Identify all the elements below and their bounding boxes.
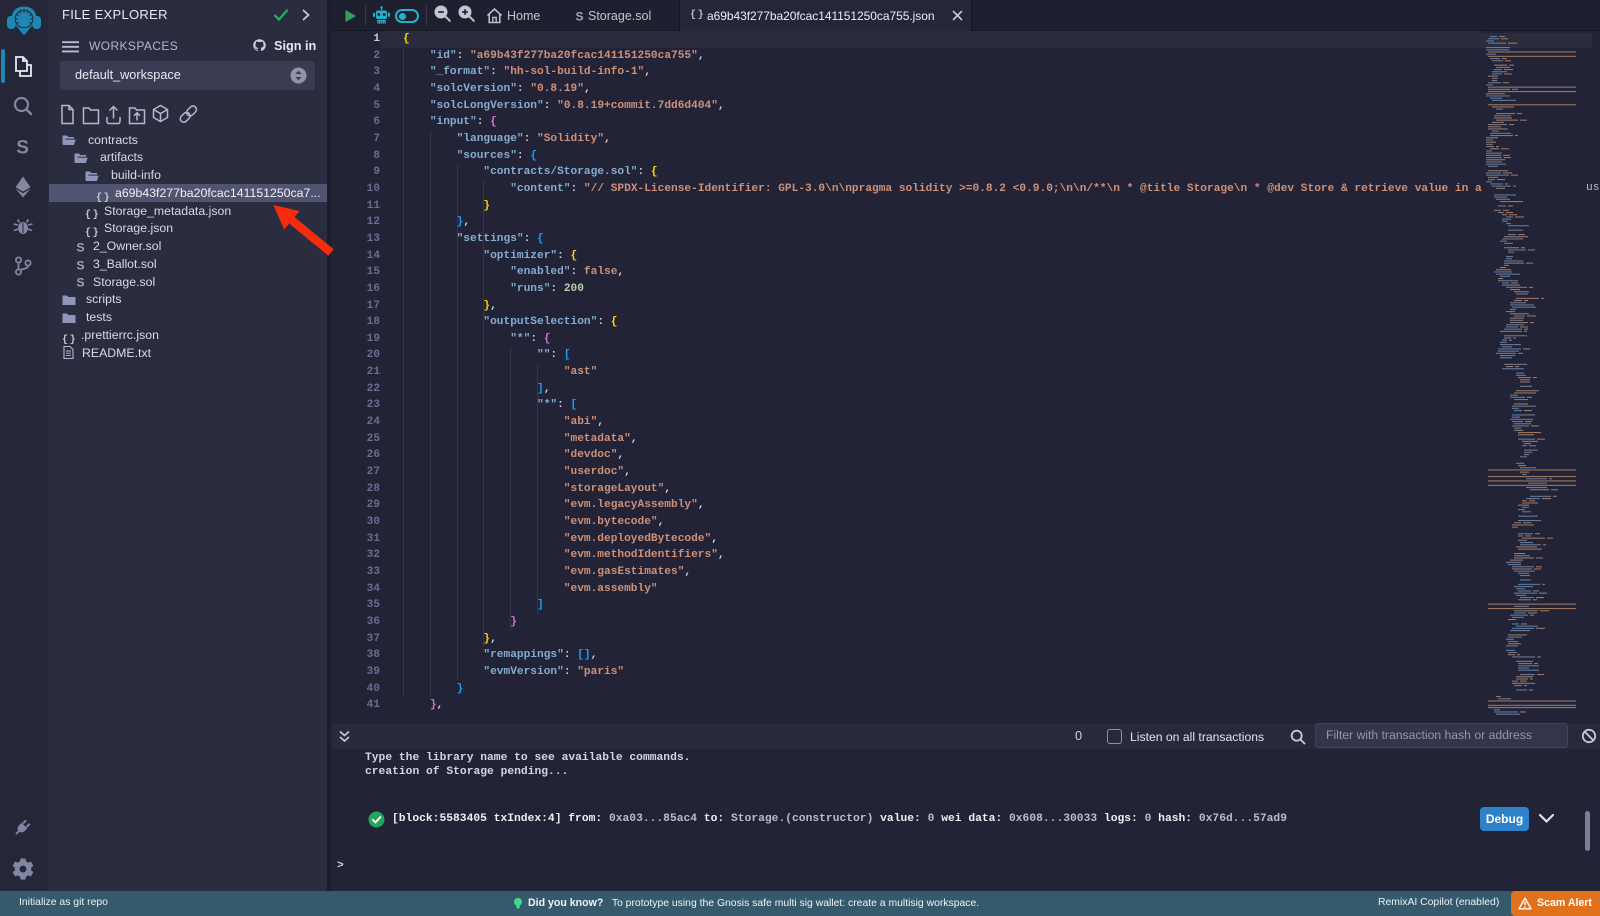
svg-text:S: S	[77, 240, 85, 253]
svg-text:S: S	[77, 276, 85, 289]
svg-text:S: S	[16, 138, 29, 159]
svg-text:S: S	[77, 258, 85, 271]
svg-text:S: S	[576, 9, 584, 22]
